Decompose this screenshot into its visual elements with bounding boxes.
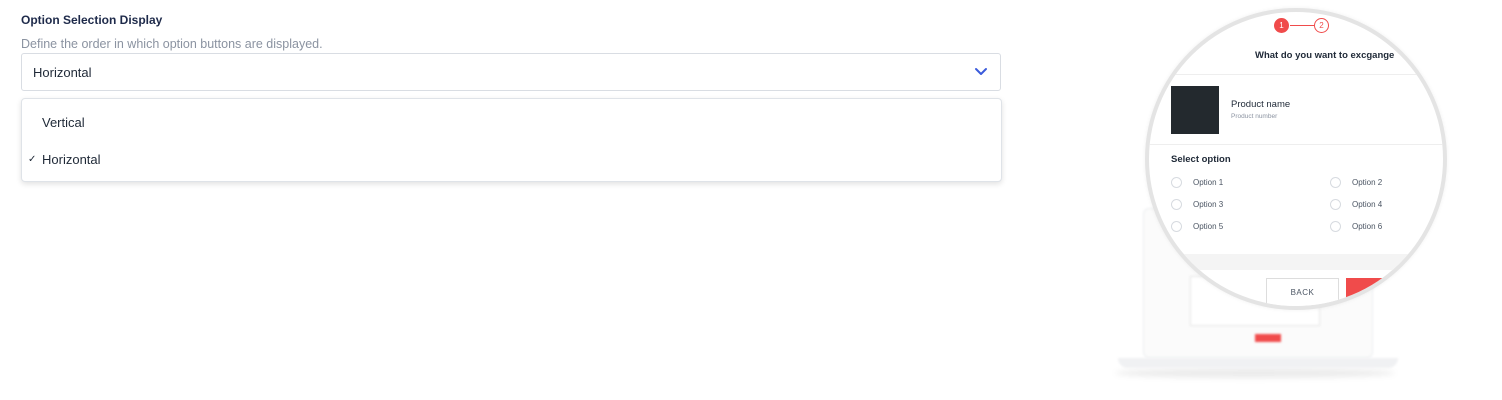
select-value: Horizontal [33, 64, 92, 80]
radio-icon [1330, 177, 1341, 188]
radio-icon [1171, 177, 1182, 188]
radio-icon [1330, 199, 1341, 210]
preview-footer-band [1149, 254, 1443, 270]
magnifier-lens: 1 2 What do you want to excgange Product… [1145, 8, 1447, 310]
preview-option: Option 4 [1330, 199, 1382, 210]
preview-back-button: BACK [1266, 278, 1339, 306]
preview-option-label: Option 2 [1352, 178, 1383, 187]
radio-icon [1171, 199, 1182, 210]
preview-option-label: Option 5 [1193, 222, 1224, 231]
dropdown-option-horizontal[interactable]: ✓ Horizontal [22, 141, 1001, 177]
step-connector [1290, 25, 1314, 26]
check-icon: ✓ [28, 153, 37, 165]
preview-option: Option 2 [1330, 177, 1382, 188]
divider [1149, 74, 1443, 75]
preview-option: Option 3 [1171, 199, 1223, 210]
laptop-shadow [1115, 368, 1395, 378]
radio-icon [1171, 221, 1182, 232]
laptop-red-button [1255, 334, 1281, 342]
preview-option-label: Option 1 [1193, 178, 1224, 187]
chevron-down-icon[interactable] [974, 67, 988, 77]
product-name: Product name [1231, 99, 1291, 110]
preview-illustration: 1 2 What do you want to excgange Product… [1110, 8, 1502, 400]
preview-option: Option 6 [1330, 221, 1382, 232]
field-title: Option Selection Display [21, 13, 163, 27]
divider [1149, 144, 1443, 145]
option-label: Vertical [42, 114, 85, 130]
option-label: Horizontal [42, 151, 101, 167]
preview-option-label: Option 4 [1352, 200, 1383, 209]
preview-question: What do you want to excgange [1255, 50, 1395, 61]
preview-option: Option 5 [1171, 221, 1223, 232]
preview-option-label: Option 3 [1193, 200, 1224, 209]
dropdown-option-vertical[interactable]: Vertical [22, 104, 1001, 140]
radio-icon [1330, 221, 1341, 232]
preview-next-button [1346, 278, 1436, 306]
step-2-indicator: 2 [1314, 18, 1329, 33]
field-description: Define the order in which option buttons… [21, 37, 323, 51]
option-display-select[interactable]: Horizontal [21, 53, 1001, 91]
preview-option: Option 1 [1171, 177, 1223, 188]
select-dropdown-menu: Vertical ✓ Horizontal [21, 98, 1002, 182]
laptop-base [1118, 358, 1398, 368]
product-image [1171, 86, 1219, 134]
step-1-indicator: 1 [1274, 18, 1289, 33]
select-option-title: Select option [1171, 154, 1231, 165]
preview-option-label: Option 6 [1352, 222, 1383, 231]
product-number: Product number [1231, 113, 1278, 120]
